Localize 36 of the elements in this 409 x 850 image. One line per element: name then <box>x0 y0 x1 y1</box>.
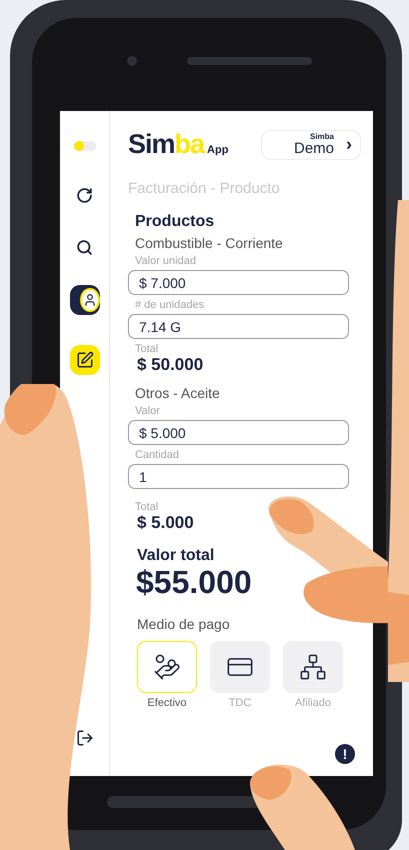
payment-option[interactable] <box>210 641 270 694</box>
product-name: Combustible - Corriente <box>135 235 284 251</box>
payment-option-label: Afiliado <box>294 697 332 710</box>
payment-label: Medio de pago <box>137 616 231 632</box>
network-icon <box>299 653 327 682</box>
field-label: Cantidad <box>135 449 180 461</box>
total-label: Total <box>135 501 160 513</box>
logout-icon <box>76 729 94 747</box>
field-label: Valor unidad <box>135 255 197 267</box>
total-amount: $ 5.000 <box>137 513 195 533</box>
payment-option[interactable] <box>283 641 343 694</box>
grand-total-amount: $55.000 <box>136 565 253 600</box>
cash-hand-icon <box>153 653 181 682</box>
camera-dot <box>127 56 137 66</box>
refresh-icon <box>76 186 93 204</box>
total-amount: $ 50.000 <box>137 355 204 375</box>
input-field[interactable]: $ 7.000 <box>128 270 349 295</box>
grand-total-label: Valor total <box>137 547 216 565</box>
section-title: Productos <box>135 213 216 231</box>
invoice-button[interactable] <box>70 345 100 375</box>
profile-button[interactable] <box>70 285 100 315</box>
person-icon <box>82 293 96 307</box>
payment-option[interactable] <box>137 641 197 694</box>
input-field[interactable]: 1 <box>128 464 349 489</box>
input-field[interactable]: $ 5.000 <box>128 420 349 445</box>
app-logo: SimbaApp <box>128 129 228 160</box>
input-field[interactable]: 7.14 G <box>128 314 349 339</box>
payment-option-label: Efectivo <box>147 697 187 710</box>
total-label: Total <box>135 343 160 355</box>
product-name: Otros - Aceite <box>135 385 221 401</box>
search-icon <box>76 238 93 256</box>
toggle-switch[interactable] <box>74 141 96 151</box>
payment-option-label: TDC <box>228 697 252 710</box>
edit-icon <box>76 351 94 369</box>
field-label: # de unidades <box>135 299 206 311</box>
field-label: Valor <box>135 405 161 417</box>
